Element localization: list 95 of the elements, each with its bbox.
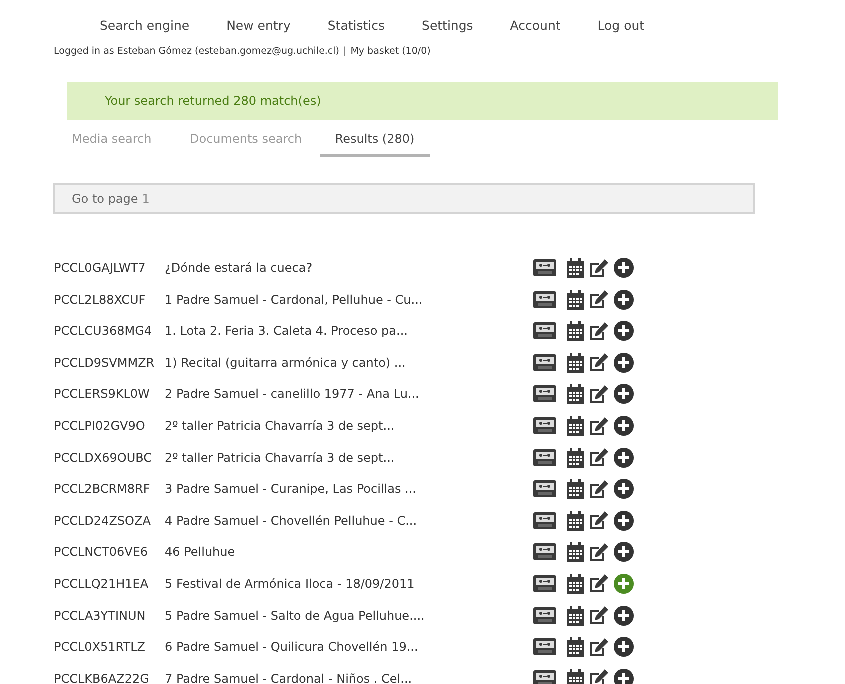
- add-icon[interactable]: [614, 416, 634, 436]
- nav-link[interactable]: Log out: [598, 16, 645, 36]
- record-id: PCCL0X51RTLZ: [54, 639, 147, 656]
- record-title-link[interactable]: 7 Padre Samuel - Cardonal - Niños . Cel...: [165, 670, 533, 684]
- cassette-icon[interactable]: [533, 448, 557, 467]
- calendar-icon[interactable]: [567, 479, 584, 500]
- record-id: PCCLPI02GV9O: [54, 418, 146, 436]
- calendar-icon[interactable]: [567, 352, 584, 373]
- add-icon[interactable]: [614, 290, 634, 310]
- calendar-icon[interactable]: [567, 321, 584, 342]
- cassette-icon[interactable]: [533, 543, 557, 562]
- edit-icon[interactable]: [589, 606, 609, 626]
- cassette-icon[interactable]: [533, 385, 557, 404]
- edit-icon[interactable]: [589, 480, 609, 499]
- record-title-link[interactable]: 5 Festival de Armónica Iloca - 18/09/2011: [165, 574, 533, 593]
- record-title-link[interactable]: 6 Padre Samuel - Quilicura Chovellén 19...: [165, 638, 533, 656]
- nav-link[interactable]: Account: [510, 16, 561, 36]
- calendar-icon[interactable]: [567, 258, 584, 278]
- calendar-icon[interactable]: [567, 290, 584, 310]
- cassette-icon[interactable]: [533, 417, 557, 436]
- add-icon[interactable]: [614, 258, 634, 278]
- pager-label: Go to page: [72, 190, 138, 208]
- record-title-link[interactable]: ¿Dónde estará la cueca?: [165, 259, 533, 278]
- record-title-link[interactable]: 2 Padre Samuel - canelillo 1977 - Ana Lu...: [165, 385, 533, 404]
- record-id: PCCLERS9KL0W: [54, 386, 151, 404]
- basket-link[interactable]: My basket (10/0): [350, 45, 431, 60]
- edit-icon[interactable]: [589, 669, 609, 684]
- edit-icon[interactable]: [589, 322, 609, 341]
- record-id: PCCLD24ZSOZA: [54, 512, 152, 530]
- add-icon[interactable]: [614, 542, 634, 562]
- add-icon[interactable]: [614, 637, 634, 658]
- edit-icon[interactable]: [589, 416, 609, 436]
- calendar-icon[interactable]: [567, 448, 584, 468]
- cassette-icon[interactable]: [533, 670, 557, 684]
- tab[interactable]: Results (280): [320, 124, 430, 158]
- calendar-icon[interactable]: [567, 574, 584, 594]
- record-id: PCCLNCT06VE6: [54, 544, 150, 562]
- record-id: PCCLCU368MG4: [54, 323, 154, 340]
- record-title-link[interactable]: 1) Recital (guitarra armónica y canto) ...: [165, 354, 533, 372]
- calendar-icon[interactable]: [567, 416, 584, 436]
- edit-icon[interactable]: [589, 574, 609, 594]
- edit-icon[interactable]: [589, 353, 609, 372]
- cassette-icon[interactable]: [533, 638, 557, 656]
- record-title-link[interactable]: 3 Padre Samuel - Curanipe, Las Pocillas ...: [165, 480, 533, 498]
- cassette-icon[interactable]: [533, 354, 557, 372]
- edit-icon[interactable]: [589, 384, 609, 404]
- record-id: PCCLDX69OUBC: [54, 450, 154, 467]
- cassette-icon[interactable]: [533, 259, 557, 278]
- nav-link[interactable]: Statistics: [328, 16, 386, 36]
- cassette-icon[interactable]: [533, 606, 557, 625]
- record-id: PCCLKB6AZ22G: [54, 670, 150, 684]
- record-id: PCCLA3YTINUN: [54, 608, 147, 625]
- record-title-link[interactable]: 2º taller Patricia Chavarría 3 de sept...: [165, 448, 533, 467]
- record-title-link[interactable]: 46 Pelluhue: [165, 543, 533, 562]
- cassette-icon[interactable]: [533, 480, 557, 498]
- record-id: PCCL2BCRM8RF: [54, 481, 152, 498]
- nav-link[interactable]: Settings: [422, 16, 474, 36]
- cassette-icon[interactable]: [533, 574, 557, 593]
- edit-icon[interactable]: [589, 542, 609, 562]
- record-id: PCCL2L88XCUF: [54, 292, 147, 309]
- banner-message: Your search returned 280 match(es): [105, 93, 322, 110]
- edit-icon[interactable]: [589, 448, 609, 468]
- cassette-icon[interactable]: [533, 322, 557, 340]
- cassette-icon[interactable]: [533, 290, 557, 309]
- record-id: PCCL0GAJLWT7: [54, 260, 147, 278]
- record-title-link[interactable]: 2º taller Patricia Chavarría 3 de sept...: [165, 417, 533, 436]
- calendar-icon[interactable]: [567, 510, 584, 531]
- add-icon[interactable]: [614, 606, 634, 626]
- record-title-link[interactable]: 1 Padre Samuel - Cardonal, Pelluhue - Cu...: [165, 290, 533, 309]
- calendar-icon[interactable]: [567, 668, 584, 684]
- calendar-icon[interactable]: [567, 606, 584, 626]
- calendar-icon[interactable]: [567, 384, 584, 404]
- add-icon[interactable]: [614, 479, 634, 500]
- calendar-icon[interactable]: [567, 542, 584, 562]
- edit-icon[interactable]: [589, 258, 609, 278]
- record-title-link[interactable]: 1. Lota 2. Feria 3. Caleta 4. Proceso pa...: [165, 322, 533, 340]
- nav-link[interactable]: Search engine: [100, 16, 190, 36]
- calendar-icon[interactable]: [567, 637, 584, 658]
- record-id: PCCLLQ21H1EA: [54, 576, 150, 593]
- add-icon[interactable]: [614, 352, 634, 373]
- record-id: PCCLD9SVMMZR: [54, 354, 156, 372]
- record-title-link[interactable]: 4 Padre Samuel - Chovellén Pelluhue - C...: [165, 512, 533, 530]
- logged-in-text: Logged in as Esteban Gómez (esteban.gomez@ug.uchile.cl): [54, 45, 340, 59]
- add-icon[interactable]: [614, 448, 634, 468]
- edit-icon[interactable]: [589, 290, 609, 310]
- nav-link[interactable]: New entry: [226, 16, 291, 36]
- edit-icon[interactable]: [589, 638, 609, 657]
- add-icon[interactable]: [614, 668, 634, 684]
- add-icon[interactable]: [614, 510, 634, 531]
- edit-icon[interactable]: [589, 511, 609, 530]
- record-title-link[interactable]: 5 Padre Samuel - Salto de Agua Pelluhue....: [165, 606, 533, 625]
- separator-text: |: [344, 45, 347, 59]
- add-icon[interactable]: [614, 384, 634, 404]
- cassette-icon[interactable]: [533, 512, 557, 530]
- add-icon[interactable]: [614, 321, 634, 342]
